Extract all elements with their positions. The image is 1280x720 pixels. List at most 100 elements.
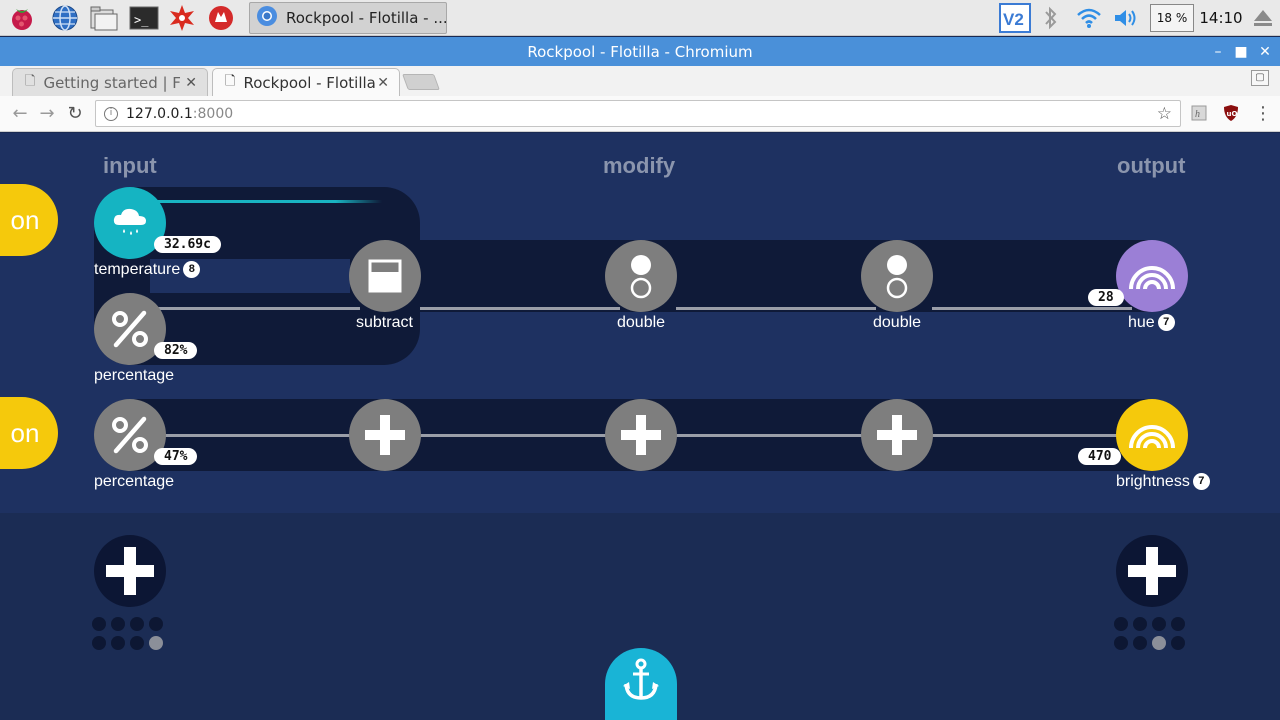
close-window-icon[interactable]: ✕ bbox=[1254, 37, 1276, 66]
wire-double-double bbox=[676, 307, 876, 310]
hue-label-text: hue bbox=[1128, 314, 1155, 331]
info-icon[interactable]: i bbox=[104, 106, 118, 121]
double-label-2: double bbox=[873, 314, 922, 331]
mathematica-icon[interactable] bbox=[167, 3, 197, 33]
clock[interactable]: 14:10 bbox=[1198, 3, 1244, 33]
reload-icon[interactable]: ↻ bbox=[62, 100, 88, 126]
bluetooth-icon[interactable] bbox=[1040, 3, 1062, 33]
add-input-button[interactable] bbox=[94, 535, 166, 607]
chromium-icon bbox=[256, 5, 278, 31]
bookmark-star-icon[interactable]: ☆ bbox=[1157, 104, 1172, 124]
page-dot[interactable] bbox=[111, 636, 125, 650]
page-dot[interactable] bbox=[1171, 636, 1185, 650]
cpu-usage-monitor[interactable]: 18 % bbox=[1150, 4, 1194, 32]
page-dot[interactable] bbox=[111, 617, 125, 631]
raspberry-menu-icon[interactable] bbox=[7, 3, 37, 33]
window-titlebar[interactable]: Rockpool - Flotilla - Chromium – ■ ✕ bbox=[0, 37, 1280, 66]
input-page-dots[interactable] bbox=[92, 617, 163, 650]
address-bar[interactable]: i 127.0.0.1:8000 ☆ bbox=[95, 100, 1181, 127]
volume-icon[interactable] bbox=[1112, 3, 1142, 33]
url-port: :8000 bbox=[192, 105, 234, 122]
wifi-icon[interactable] bbox=[1074, 3, 1104, 33]
maximize-icon[interactable]: ■ bbox=[1230, 37, 1252, 66]
double-node-1[interactable] bbox=[605, 240, 677, 312]
restore-icon[interactable]: ▢ bbox=[1251, 70, 1269, 86]
temperature-channel-badge: 8 bbox=[183, 261, 201, 279]
eject-icon[interactable] bbox=[1250, 3, 1276, 33]
page-dot[interactable] bbox=[149, 617, 163, 631]
output-page-dots[interactable] bbox=[1114, 617, 1185, 650]
column-header-modify: modify bbox=[603, 153, 676, 178]
column-header-input: input bbox=[103, 153, 157, 178]
new-tab-button[interactable] bbox=[402, 74, 440, 90]
add-node-3[interactable] bbox=[861, 399, 933, 471]
page-dot[interactable] bbox=[130, 617, 144, 631]
flotilla-rockpool-page: input modify output on 32.69c temperatur… bbox=[0, 133, 1280, 720]
double-node-2[interactable] bbox=[861, 240, 933, 312]
column-header-output: output bbox=[1117, 153, 1186, 178]
page-icon: 🗋 bbox=[25, 73, 36, 89]
forward-arrow-icon[interactable]: → bbox=[34, 100, 60, 126]
subtract-label: subtract bbox=[356, 314, 413, 331]
plus-icon bbox=[106, 547, 154, 595]
page-dot[interactable] bbox=[92, 636, 106, 650]
svg-text:h: h bbox=[1195, 109, 1200, 120]
file-manager-icon[interactable] bbox=[89, 3, 119, 33]
page-dot[interactable] bbox=[149, 636, 163, 650]
svg-text:uO: uO bbox=[1227, 110, 1238, 118]
taskbar-task-chromium[interactable]: Rockpool - Flotilla - ... bbox=[249, 2, 447, 34]
minimize-icon[interactable]: – bbox=[1207, 37, 1229, 66]
percentage-label-1: percentage bbox=[94, 367, 175, 384]
anchor-icon bbox=[623, 658, 659, 700]
wire-percentage-subtract bbox=[150, 307, 360, 310]
plus-icon bbox=[365, 415, 405, 455]
page-dot[interactable] bbox=[1171, 617, 1185, 631]
page-dot[interactable] bbox=[130, 636, 144, 650]
add-output-button[interactable] bbox=[1116, 535, 1188, 607]
page-dot[interactable] bbox=[1152, 617, 1166, 631]
page-dot[interactable] bbox=[1114, 636, 1128, 650]
chain-1-lane bbox=[330, 240, 1188, 312]
chain-2-on-button[interactable]: on bbox=[0, 397, 58, 469]
hue-node[interactable] bbox=[1116, 240, 1188, 312]
close-tab-icon[interactable]: ✕ bbox=[185, 75, 197, 91]
tab-strip: 🗋 Getting started | F ✕ 🗋 Rockpool - Flo… bbox=[0, 66, 1280, 96]
page-dot[interactable] bbox=[1152, 636, 1166, 650]
double-label-1: double bbox=[617, 314, 666, 331]
percentage-label-2: percentage bbox=[94, 473, 175, 490]
page-dot[interactable] bbox=[1133, 617, 1147, 631]
close-tab-icon[interactable]: ✕ bbox=[377, 75, 389, 91]
wire-double-hue bbox=[932, 307, 1132, 310]
subtract-node[interactable] bbox=[349, 240, 421, 312]
vnc-icon[interactable]: V2 bbox=[997, 3, 1033, 33]
ublock-shield-icon[interactable]: uO bbox=[1218, 100, 1244, 126]
tab-label: Getting started | F bbox=[43, 73, 181, 92]
add-node-2[interactable] bbox=[605, 399, 677, 471]
terminal-icon[interactable]: >_ bbox=[129, 3, 159, 33]
globe-icon[interactable] bbox=[50, 3, 80, 33]
taskbar-task-label: Rockpool - Flotilla - ... bbox=[286, 9, 446, 27]
tab-getting-started[interactable]: 🗋 Getting started | F ✕ bbox=[12, 68, 208, 96]
tab-rockpool[interactable]: 🗋 Rockpool - Flotilla ✕ bbox=[212, 68, 400, 96]
brightness-node[interactable] bbox=[1116, 399, 1188, 471]
brightness-label: brightness 7 bbox=[1116, 473, 1210, 491]
chain-1-on-button[interactable]: on bbox=[0, 184, 58, 256]
rainbow-icon bbox=[1129, 425, 1175, 449]
page-dot[interactable] bbox=[1114, 617, 1128, 631]
page-icon: 🗋 bbox=[225, 73, 236, 89]
anchor-dock-button[interactable] bbox=[605, 648, 677, 720]
add-node-1[interactable] bbox=[349, 399, 421, 471]
svg-text:V2: V2 bbox=[1003, 10, 1024, 29]
page-dot[interactable] bbox=[92, 617, 106, 631]
back-arrow-icon[interactable]: ← bbox=[7, 100, 33, 126]
percentage-value-1: 82% bbox=[154, 342, 198, 359]
subtract-icon bbox=[368, 259, 402, 293]
svg-text:>_: >_ bbox=[134, 13, 149, 27]
menu-kebab-icon[interactable]: ⋮ bbox=[1250, 100, 1276, 126]
extension-h-icon[interactable]: h bbox=[1186, 100, 1212, 126]
wolfram-icon[interactable] bbox=[206, 3, 236, 33]
rain-cloud-icon bbox=[113, 208, 146, 235]
chains-area: input modify output on 32.69c temperatur… bbox=[0, 133, 1280, 513]
plus-icon bbox=[1128, 547, 1176, 595]
page-dot[interactable] bbox=[1133, 636, 1147, 650]
